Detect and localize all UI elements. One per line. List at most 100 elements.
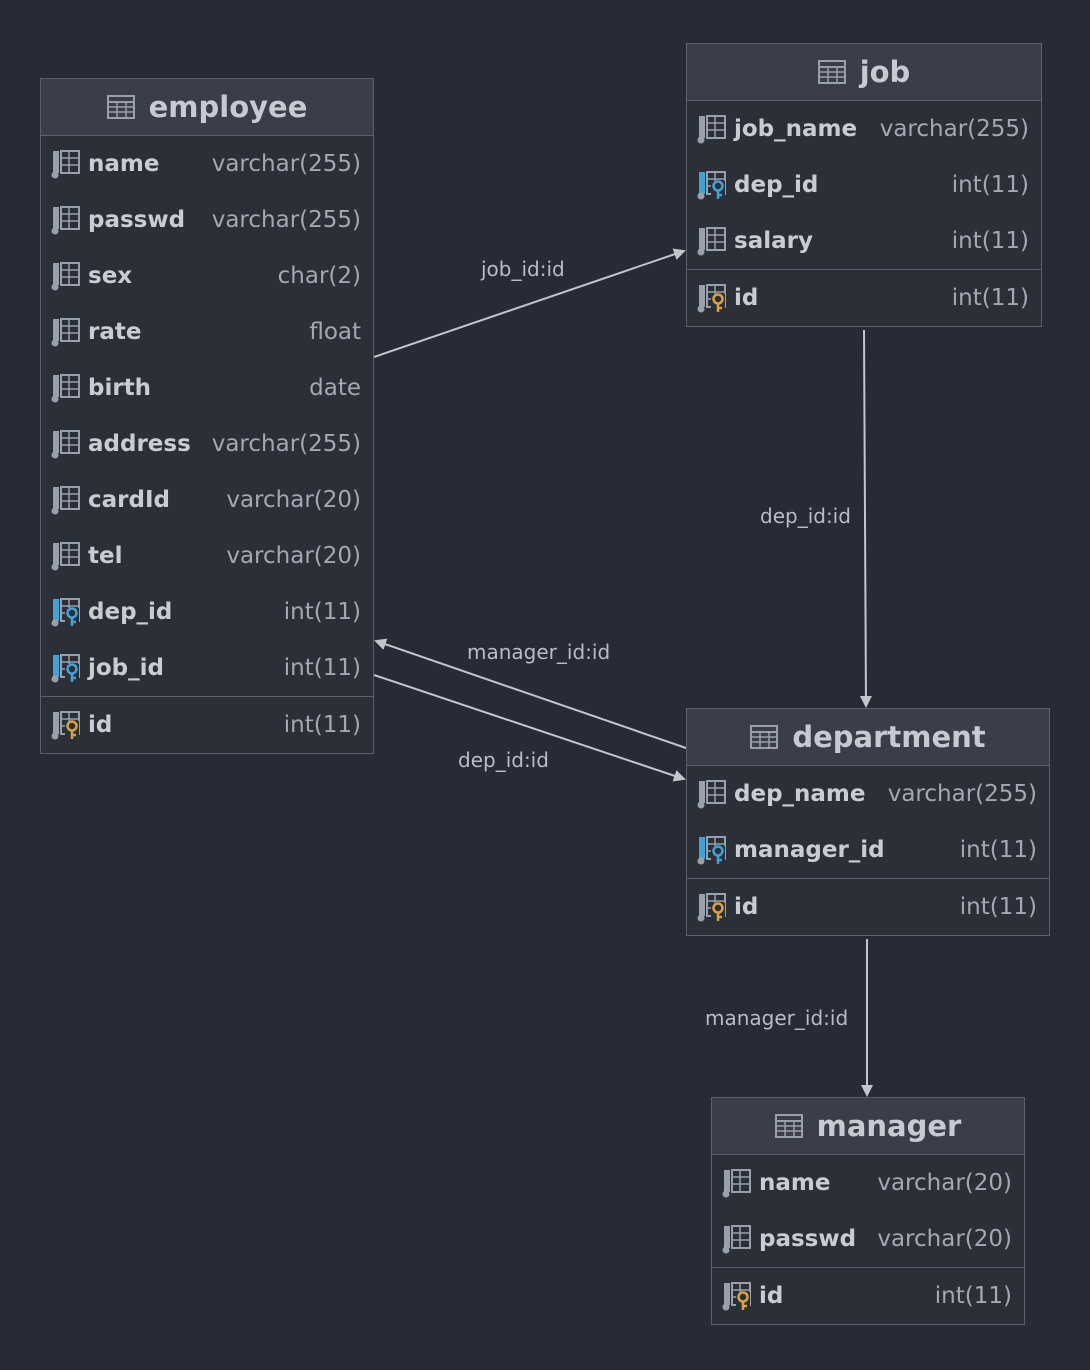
- column-type: varchar(255): [887, 781, 1037, 807]
- table-icon: [817, 60, 846, 84]
- column-row-rate[interactable]: rate float: [41, 304, 373, 360]
- column-row-manager-id[interactable]: manager_id int(11): [687, 822, 1049, 878]
- column-row-name[interactable]: name varchar(255): [41, 136, 373, 192]
- column-type: varchar(20): [226, 487, 361, 513]
- column-name: dep_name: [734, 781, 866, 807]
- column-type: char(2): [277, 263, 361, 289]
- column-name: tel: [88, 543, 123, 569]
- column-type: int(11): [951, 285, 1029, 311]
- foreign-key-column-icon: [50, 596, 82, 628]
- column-name: manager_id: [734, 837, 885, 863]
- edge-label-department-manager: manager_id:id: [705, 1006, 849, 1030]
- table-title: manager: [816, 1109, 962, 1143]
- column-row-salary[interactable]: salary int(11): [687, 213, 1041, 269]
- column-name: id: [734, 894, 759, 920]
- column-type: int(11): [951, 228, 1029, 254]
- edge-job-department[interactable]: [859, 329, 872, 708]
- column-icon: [50, 484, 82, 516]
- table-header[interactable]: manager: [712, 1098, 1024, 1155]
- column-name: passwd: [759, 1226, 857, 1252]
- column-row-job-id[interactable]: job_id int(11): [41, 640, 373, 696]
- column-name: dep_id: [734, 172, 819, 198]
- column-row-name[interactable]: name varchar(20): [712, 1155, 1024, 1211]
- column-row-address[interactable]: address varchar(255): [41, 416, 373, 472]
- column-row-tel[interactable]: tel varchar(20): [41, 528, 373, 584]
- column-icon: [50, 428, 82, 460]
- column-row-passwd[interactable]: passwd varchar(255): [41, 192, 373, 248]
- column-name: id: [759, 1283, 784, 1309]
- column-type: int(11): [283, 655, 361, 681]
- column-type: date: [309, 375, 361, 401]
- column-icon: [696, 225, 728, 257]
- table-icon: [750, 725, 779, 749]
- column-icon: [50, 372, 82, 404]
- column-row-dep-name[interactable]: dep_name varchar(255): [687, 766, 1049, 822]
- column-type: varchar(255): [879, 116, 1029, 142]
- column-row-id[interactable]: id int(11): [687, 878, 1049, 935]
- table-job[interactable]: job job_name varchar(255) dep_id int(11) sala…: [686, 43, 1042, 327]
- column-name: passwd: [88, 207, 186, 233]
- column-type: float: [309, 319, 361, 345]
- column-icon: [696, 113, 728, 145]
- primary-key-column-icon: [50, 709, 82, 741]
- column-icon: [50, 148, 82, 180]
- column-type: varchar(20): [226, 543, 361, 569]
- column-row-id[interactable]: id int(11): [712, 1267, 1024, 1324]
- column-name: job_id: [88, 655, 164, 681]
- column-row-birth[interactable]: birth date: [41, 360, 373, 416]
- edge-label-job-department: dep_id:id: [760, 504, 851, 528]
- column-type: int(11): [959, 837, 1037, 863]
- foreign-key-column-icon: [696, 834, 728, 866]
- column-row-job-name[interactable]: job_name varchar(255): [687, 101, 1041, 157]
- table-employee[interactable]: employee name varchar(255) passwd varchar(25…: [40, 78, 374, 754]
- table-icon: [106, 95, 135, 119]
- foreign-key-column-icon: [50, 652, 82, 684]
- column-name: sex: [88, 263, 133, 289]
- primary-key-column-icon: [696, 282, 728, 314]
- column-icon: [50, 204, 82, 236]
- column-type: varchar(255): [211, 151, 361, 177]
- table-header[interactable]: department: [687, 709, 1049, 766]
- column-row-dep-id[interactable]: dep_id int(11): [41, 584, 373, 640]
- column-row-passwd[interactable]: passwd varchar(20): [712, 1211, 1024, 1267]
- column-name: birth: [88, 375, 152, 401]
- column-name: salary: [734, 228, 813, 254]
- table-manager[interactable]: manager name varchar(20) passwd varchar(20) i…: [711, 1097, 1025, 1325]
- column-type: varchar(255): [211, 207, 361, 233]
- column-name: dep_id: [88, 599, 173, 625]
- table-header[interactable]: employee: [41, 79, 373, 136]
- column-icon: [50, 540, 82, 572]
- column-row-id[interactable]: id int(11): [687, 269, 1041, 326]
- column-name: id: [88, 712, 113, 738]
- table-title: job: [859, 55, 911, 89]
- column-type: varchar(20): [877, 1170, 1012, 1196]
- column-name: address: [88, 431, 191, 457]
- column-name: cardId: [88, 487, 170, 513]
- column-icon: [721, 1167, 753, 1199]
- column-icon: [50, 260, 82, 292]
- table-department[interactable]: department dep_name varchar(255) manager_id…: [686, 708, 1050, 936]
- column-name: name: [759, 1170, 831, 1196]
- edge-label-employee-job: job_id:id: [481, 257, 565, 281]
- table-title: department: [792, 720, 986, 754]
- column-type: int(11): [934, 1283, 1012, 1309]
- column-row-cardId[interactable]: cardId varchar(20): [41, 472, 373, 528]
- column-type: int(11): [283, 599, 361, 625]
- edge-label-employee-department: dep_id:id: [458, 748, 549, 772]
- foreign-key-column-icon: [696, 169, 728, 201]
- column-row-id[interactable]: id int(11): [41, 696, 373, 753]
- table-icon: [774, 1114, 803, 1138]
- primary-key-column-icon: [721, 1280, 753, 1312]
- primary-key-column-icon: [696, 891, 728, 923]
- column-name: job_name: [734, 116, 858, 142]
- column-row-dep-id[interactable]: dep_id int(11): [687, 157, 1041, 213]
- column-icon: [696, 778, 728, 810]
- table-header[interactable]: job: [687, 44, 1041, 101]
- column-type: varchar(20): [877, 1226, 1012, 1252]
- column-type: int(11): [959, 894, 1037, 920]
- column-name: name: [88, 151, 160, 177]
- column-row-sex[interactable]: sex char(2): [41, 248, 373, 304]
- column-type: varchar(255): [211, 431, 361, 457]
- column-type: int(11): [951, 172, 1029, 198]
- column-name: id: [734, 285, 759, 311]
